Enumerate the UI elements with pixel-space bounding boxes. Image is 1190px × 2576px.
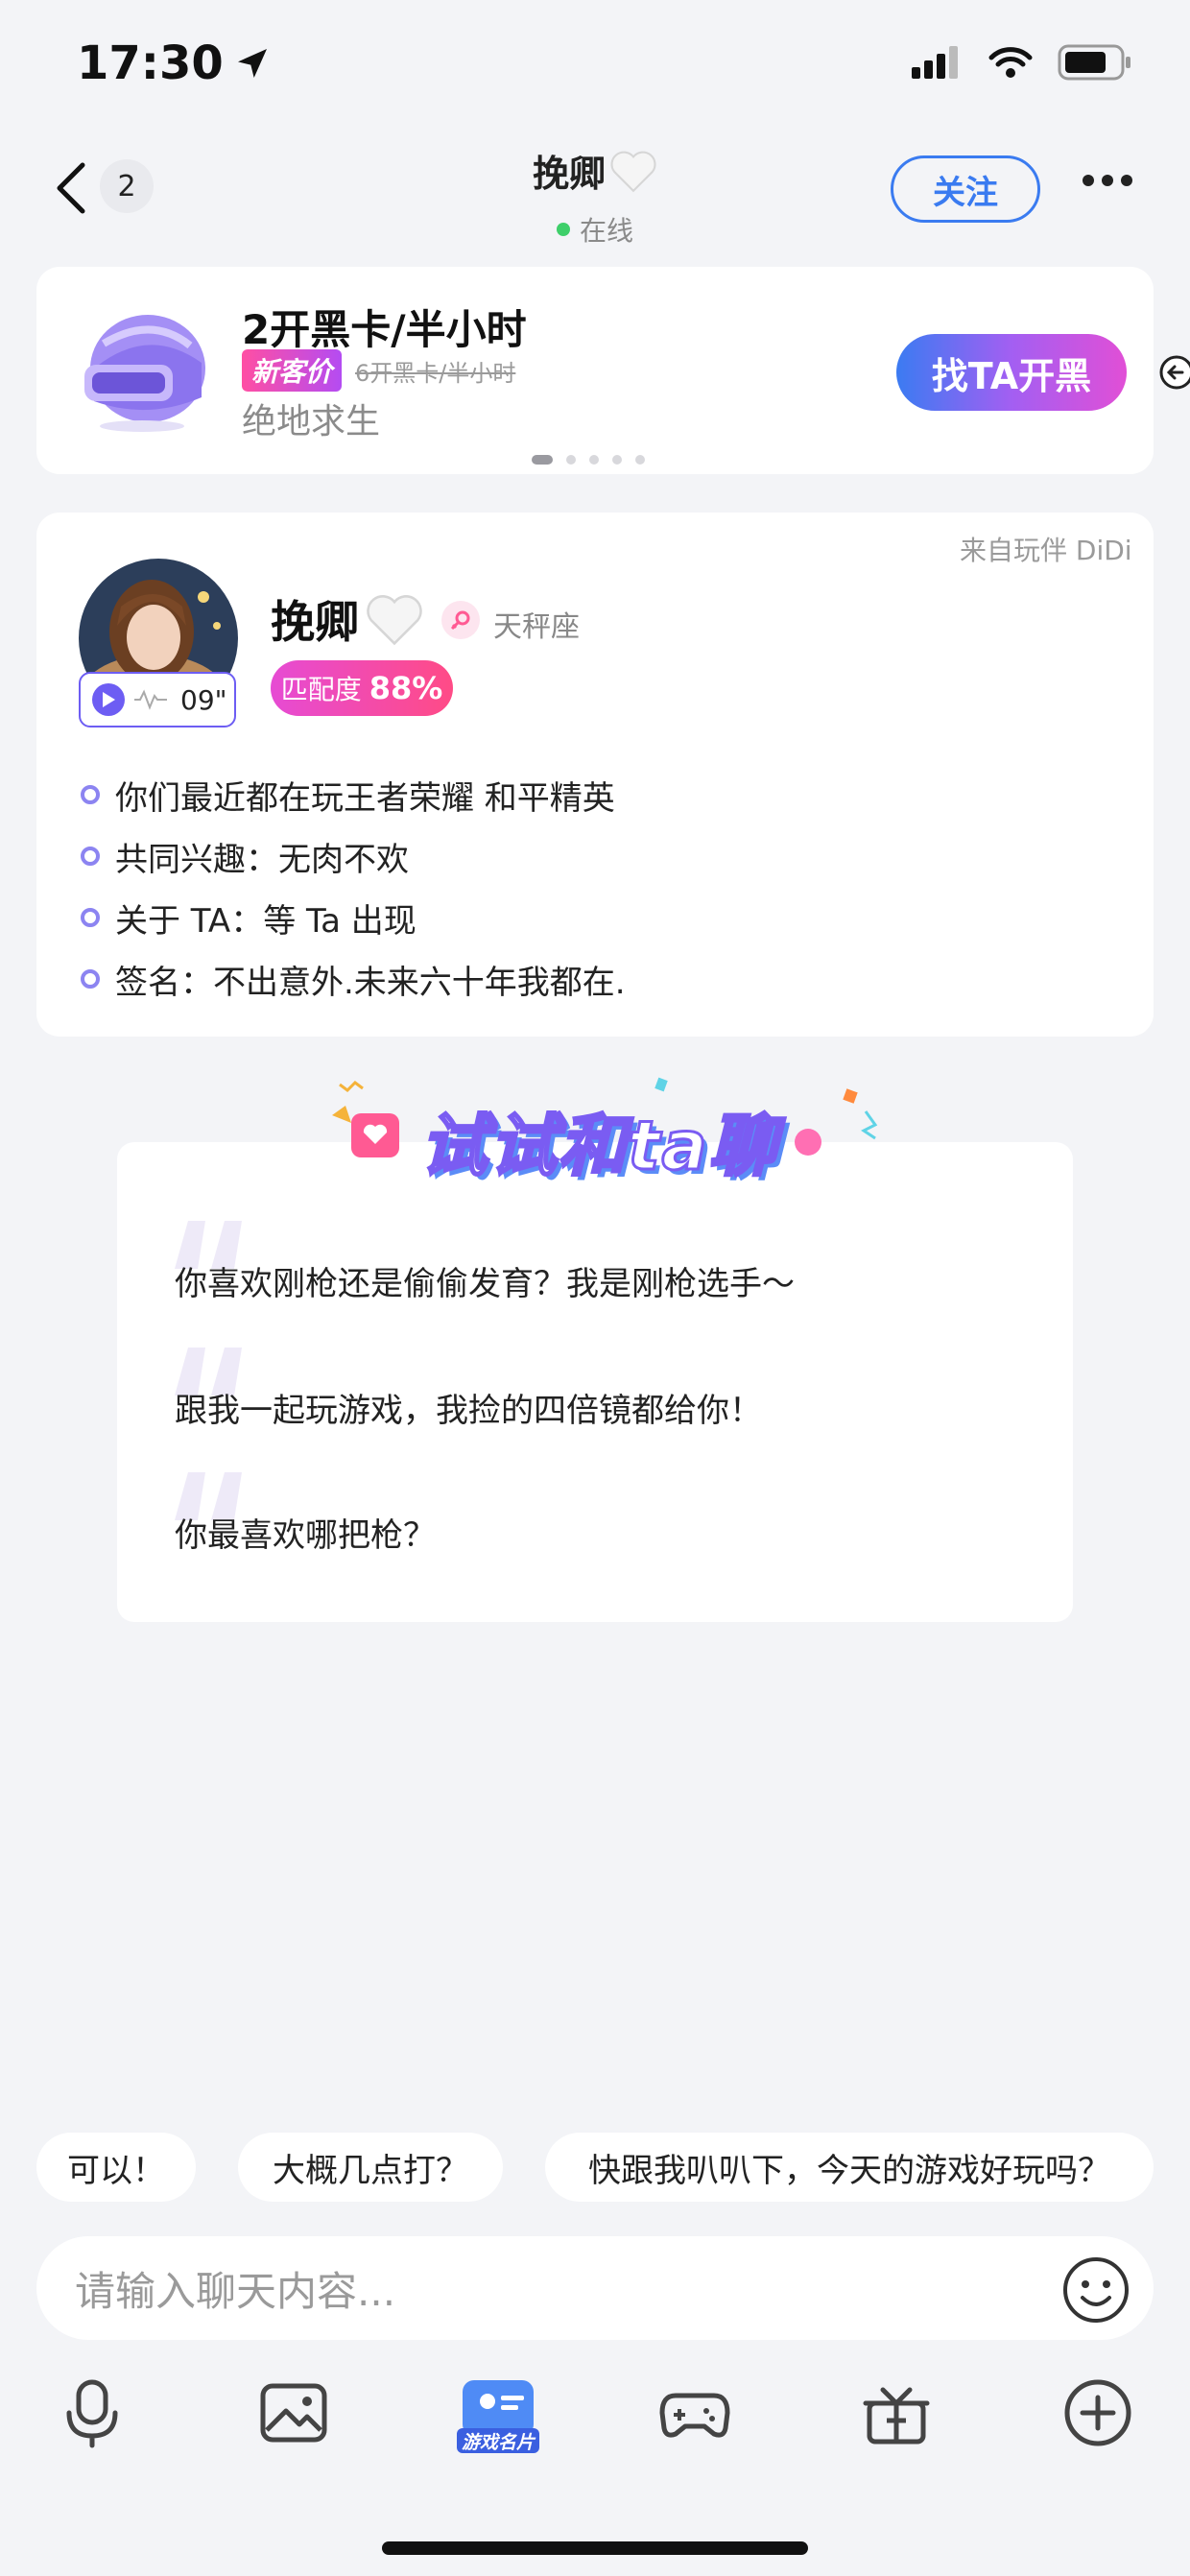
carousel-dot[interactable] (612, 455, 622, 465)
back-arrow-icon[interactable] (52, 159, 90, 217)
white-heart-icon (367, 595, 422, 646)
profile-name: 挽卿 (271, 587, 424, 651)
fact-item: 关于 TA：等 Ta 出现 (81, 887, 626, 948)
chat-prompt-item[interactable]: 跟我一起玩游戏，我捡的四倍镜都给你！ (175, 1384, 762, 1431)
find-ta-button[interactable]: 找TA开黑 (896, 334, 1127, 411)
carousel-dot[interactable] (635, 455, 645, 465)
fact-item: 你们最近都在玩王者荣耀 和平精英 (81, 764, 626, 825)
carousel-dots (532, 455, 645, 465)
fact-text: 关于 TA：等 Ta 出现 (115, 901, 416, 941)
chat-banner-title: 试试和ta聊 (419, 1106, 778, 1187)
profile-name-text: 挽卿 (271, 596, 359, 648)
follow-button[interactable]: 关注 (891, 155, 1040, 223)
new-customer-tag: 新客价 (242, 349, 343, 392)
online-dot-icon (556, 223, 570, 236)
unread-count-badge: 2 (100, 159, 154, 213)
voice-intro[interactable]: 09" (79, 672, 236, 727)
waveform-icon (134, 689, 167, 710)
fact-text: 你们最近都在玩王者荣耀 和平精英 (115, 778, 615, 818)
fact-text: 共同兴趣：无肉不欢 (115, 840, 409, 879)
fact-text: 签名：不出意外.未来六十年我都在. (115, 963, 626, 1002)
profile-source: 来自玩伴 DiDi (960, 535, 1132, 566)
gift-icon[interactable] (860, 2376, 933, 2449)
time-text: 17:30 (77, 36, 224, 90)
chat-prompt-item[interactable]: 你最喜欢哪把枪？ (175, 1509, 436, 1556)
zodiac-label: 天秤座 (493, 610, 580, 644)
more-menu-icon[interactable] (1083, 175, 1132, 186)
carousel-dot[interactable] (532, 455, 553, 465)
helmet-icon (84, 315, 205, 432)
status-time: 17:30 (77, 36, 272, 90)
game-card-button[interactable]: 游戏名片 (455, 2373, 541, 2459)
profile-facts: 你们最近都在玩王者荣耀 和平精英 共同兴趣：无肉不欢 关于 TA：等 Ta 出现… (81, 764, 626, 1010)
chat-header: 挽卿 在线 (403, 144, 787, 249)
wifi-icon (988, 47, 1033, 78)
bullet-icon (81, 847, 100, 866)
home-indicator (382, 2541, 808, 2555)
price-row: 新客价 6开黑卡/半小时 (242, 349, 515, 392)
match-value: 88% (369, 670, 443, 706)
chat-prompt-item[interactable]: 你喜欢刚枪还是偷偷发育？我是刚枪选手～ (175, 1257, 795, 1304)
carousel-dot[interactable] (566, 455, 576, 465)
match-badge: 匹配度 88% (271, 660, 453, 716)
collapse-arrow-icon[interactable] (1155, 351, 1190, 394)
image-icon[interactable] (257, 2376, 330, 2449)
carousel-dot[interactable] (589, 455, 599, 465)
voice-duration: 09" (180, 683, 227, 716)
bullet-icon (81, 908, 100, 927)
fact-item: 共同兴趣：无肉不欢 (81, 825, 626, 887)
location-arrow-icon (237, 49, 267, 78)
order-title: 2开黑卡/半小时 (242, 306, 527, 353)
microphone-icon[interactable] (56, 2376, 129, 2449)
title-text: 挽卿 (532, 153, 606, 195)
online-status: 在线 (403, 210, 787, 249)
white-heart-icon (610, 151, 656, 192)
add-more-icon[interactable] (1061, 2376, 1134, 2449)
chat-input-placeholder[interactable]: 请输入聊天内容... (75, 2259, 395, 2318)
game-card-label: 游戏名片 (461, 2432, 535, 2453)
bullet-icon (81, 969, 100, 989)
bullet-icon (81, 785, 100, 804)
old-price: 6开黑卡/半小时 (355, 359, 516, 387)
chat-title: 挽卿 (533, 144, 657, 197)
order-game: 绝地求生 (242, 402, 381, 441)
battery-icon (1058, 44, 1130, 81)
quick-reply-chip[interactable]: 大概几点打？ (238, 2133, 503, 2202)
play-icon[interactable] (92, 683, 125, 716)
status-icons (912, 44, 1132, 81)
quick-reply-chip[interactable]: 可以！ (36, 2133, 196, 2202)
match-label: 匹配度 (280, 674, 362, 705)
quick-reply-chip[interactable]: 快跟我叭叭下，今天的游戏好玩吗？ (545, 2133, 1154, 2202)
female-icon (441, 601, 480, 639)
fact-item: 签名：不出意外.未来六十年我都在. (81, 948, 626, 1010)
signal-icon (912, 46, 958, 79)
emoji-icon[interactable] (1061, 2255, 1130, 2325)
online-label: 在线 (579, 215, 633, 247)
gamepad-icon[interactable] (658, 2376, 731, 2449)
